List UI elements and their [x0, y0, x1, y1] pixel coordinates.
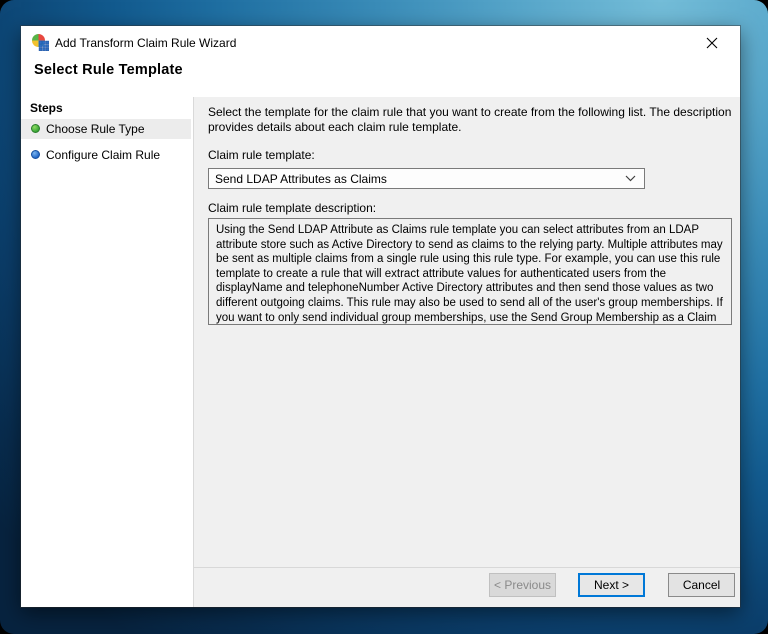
blue-dot-icon [31, 150, 40, 159]
intro-text: Select the template for the claim rule t… [208, 105, 732, 135]
green-dot-icon [31, 124, 40, 133]
sidebar-item-configure-claim-rule[interactable]: Configure Claim Rule [21, 145, 191, 165]
steps-header: Steps [30, 101, 63, 115]
button-separator [194, 567, 740, 568]
close-button[interactable] [696, 30, 728, 56]
chevron-down-icon [625, 175, 636, 182]
previous-button[interactable]: < Previous [489, 573, 556, 597]
content-area: Select the template for the claim rule t… [193, 97, 740, 607]
steps-panel: Steps Choose Rule Type Configure Claim R… [21, 97, 193, 607]
wizard-body: Steps Choose Rule Type Configure Claim R… [21, 97, 740, 607]
next-button[interactable]: Next > [578, 573, 645, 597]
description-label: Claim rule template description: [208, 201, 376, 215]
close-icon [706, 37, 718, 49]
desktop-background: Add Transform Claim Rule Wizard Select R… [0, 0, 768, 634]
wizard-dialog: Add Transform Claim Rule Wizard Select R… [21, 26, 740, 607]
step-label: Choose Rule Type [46, 122, 145, 136]
page-title: Select Rule Template [34, 62, 183, 78]
cancel-button[interactable]: Cancel [668, 573, 735, 597]
window-title: Add Transform Claim Rule Wizard [55, 36, 236, 50]
sidebar-item-choose-rule-type[interactable]: Choose Rule Type [21, 119, 191, 139]
step-label: Configure Claim Rule [46, 148, 160, 162]
description-text: Using the Send LDAP Attribute as Claims … [216, 223, 724, 325]
description-box: Using the Send LDAP Attribute as Claims … [208, 218, 732, 325]
adfs-wizard-icon [32, 34, 49, 51]
combobox-selected-value: Send LDAP Attributes as Claims [215, 172, 387, 186]
claim-rule-template-label: Claim rule template: [208, 148, 315, 162]
claim-rule-template-select[interactable]: Send LDAP Attributes as Claims [208, 168, 645, 189]
titlebar[interactable]: Add Transform Claim Rule Wizard [21, 26, 740, 60]
